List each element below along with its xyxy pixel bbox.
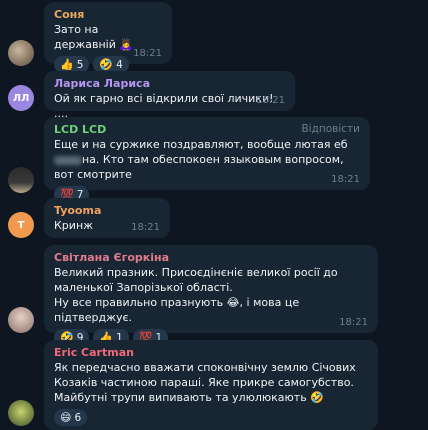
message-bubble[interactable]: LCD LCD Відповісти Еще и на суржике позд… (44, 117, 370, 203)
text-line: Великий празник. Присоєдінєніє великої р… (54, 266, 338, 294)
message-bubble[interactable]: Eric Cartman Як передчасно вважати споко… (44, 340, 378, 430)
message-text: Як передчасно вважати споконвічну землю … (54, 360, 368, 405)
message-time: 18:21 (131, 222, 160, 233)
message-time: 18:21 (331, 174, 360, 185)
message-bubble[interactable]: Лариса Лариса Ой як гарно всі відкрили с… (44, 71, 295, 120)
reactions: 😄 6 (54, 409, 368, 426)
censored-blur (54, 155, 82, 165)
avatar[interactable]: T (8, 212, 34, 238)
text-part: на. Кто там обеспокоен языковым вопросом… (54, 153, 344, 181)
text-part: Еще и на суржике поздравляют, вообще лют… (54, 138, 348, 151)
avatar-initials: ЛЛ (12, 92, 30, 104)
message-bubble[interactable]: Соня Зато на державній 🙇‍♀️ 👍 5 🤣 4 18:2… (44, 2, 172, 73)
laughing-icon: 😂 (226, 296, 240, 309)
reaction-count: 5 (76, 58, 84, 71)
reaction-count: 6 (74, 411, 82, 424)
reply-link[interactable]: Відповісти (302, 123, 361, 135)
message-bubble[interactable]: Tyooma Кринж 18:21 (44, 198, 170, 238)
rofl-icon: 🤣 (310, 391, 324, 404)
smile-icon: 😄 (60, 411, 72, 424)
message-time: 18:21 (256, 95, 285, 106)
message-time: 18:21 (133, 48, 162, 59)
avatar[interactable] (8, 400, 34, 426)
author-name[interactable]: Eric Cartman (54, 346, 368, 360)
author-name[interactable]: Соня (54, 8, 162, 22)
avatar[interactable] (8, 307, 34, 333)
message-text: Великий празник. Присоєдінєніє великої р… (54, 265, 368, 325)
author-name[interactable]: Tyooma (54, 204, 160, 218)
message-time: 18:21 (339, 317, 368, 328)
message-text: Еще и на суржике поздравляют, вообще лют… (54, 137, 360, 182)
avatar-initials: T (17, 219, 25, 231)
text-part: Ну все правильно празнують (54, 296, 227, 309)
message-bubble[interactable]: Світлана Єгоркіна Великий празник. Присо… (44, 245, 378, 346)
reaction-count: 4 (116, 58, 123, 71)
avatar[interactable] (8, 167, 34, 193)
rofl-icon: 🤣 (99, 58, 114, 71)
chat-messages: Соня Зато на державній 🙇‍♀️ 👍 5 🤣 4 18:2… (0, 0, 428, 430)
reaction-smile[interactable]: 😄 6 (54, 409, 88, 426)
thumbs-up-icon: 👍 (60, 58, 74, 71)
avatar[interactable]: ЛЛ (8, 85, 34, 111)
author-name[interactable]: Світлана Єгоркіна (54, 251, 368, 265)
avatar[interactable] (8, 40, 34, 66)
text-line: Ну все правильно празнують 😂, і мова це … (54, 295, 368, 325)
author-name[interactable]: Лариса Лариса (54, 77, 285, 91)
